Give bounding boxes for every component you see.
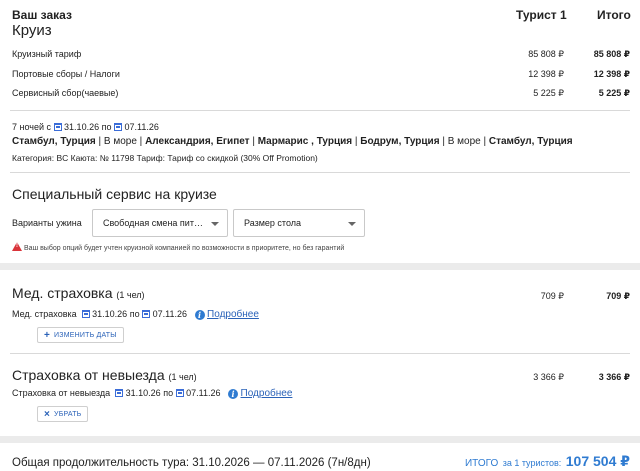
change-dates-button[interactable]: + ИЗМЕНИТЬ ДАТЫ <box>37 327 124 343</box>
route-segment: В море <box>103 136 137 147</box>
route-segment: | <box>439 136 448 147</box>
order-total: ИТОГО за 1 туристов: 107 504 ₽ <box>465 453 630 471</box>
calendar-icon <box>142 310 151 318</box>
date-to: 07.11.26 <box>152 309 188 319</box>
divider <box>10 353 630 354</box>
order-title: Ваш заказ <box>12 8 72 22</box>
med-insurance-label: Мед. страховка <box>12 309 77 319</box>
calendar-icon <box>175 389 184 397</box>
cruise-route: Стамбул, Турция | В море | Александрия, … <box>12 136 573 147</box>
cancel-insurance-tourist: 3 366 ₽ <box>533 372 564 382</box>
cancel-insurance-count: (1 чел) <box>168 372 197 382</box>
cruise-details: Категория: BC Каюта: № 11798 Тариф: Тари… <box>12 153 318 163</box>
price-row-total: 5 225 ₽ <box>598 88 630 98</box>
special-service-title: Специальный сервис на круизе <box>12 186 217 202</box>
calendar-icon <box>81 310 90 318</box>
calendar-icon <box>53 123 62 131</box>
nights-prefix: 7 ночей с <box>12 122 52 132</box>
order-total-label: ИТОГО <box>464 458 499 469</box>
plus-icon: + <box>44 329 51 341</box>
price-row-total: 12 398 ₽ <box>593 69 630 79</box>
warning-text: Ваш выбор опций будет учтен круизной ком… <box>23 245 345 252</box>
cancel-insurance-dates: Страховка от невыезда 31.10.26 по 07.11.… <box>12 388 292 399</box>
date-to-word: по <box>163 388 174 398</box>
cancel-insurance-total: 3 366 ₽ <box>598 372 630 382</box>
cancel-insurance-title-text: Страховка от невыезда <box>12 367 165 383</box>
remove-button-label: УБРАТЬ <box>54 410 82 418</box>
col-tourist-header: Турист 1 <box>516 8 567 22</box>
route-segment: | <box>95 136 104 147</box>
col-total-header: Итого <box>597 8 631 22</box>
info-icon[interactable]: i <box>228 389 239 399</box>
med-insurance-count: (1 чел) <box>116 290 145 300</box>
order-total-value: 107 504 ₽ <box>565 453 630 469</box>
remove-button[interactable]: × УБРАТЬ <box>37 406 89 422</box>
divider <box>10 110 630 111</box>
divider <box>10 172 630 173</box>
date-to-word: по <box>101 122 112 132</box>
close-icon: × <box>44 408 51 420</box>
section-separator <box>0 436 640 443</box>
price-row-label: Круизный тариф <box>12 49 82 59</box>
med-insurance-dates: Мед. страховка 31.10.26 по 07.11.26 i По… <box>12 309 259 320</box>
route-segment: Мармарис , Турция <box>257 136 353 147</box>
date-from: 31.10.26 <box>92 309 128 319</box>
price-row-label: Сервисный сбор(чаевые) <box>12 88 119 98</box>
date-to: 07.11.26 <box>186 388 221 398</box>
tour-duration: Общая продолжительность тура: 31.10.2026… <box>12 457 371 469</box>
date-from: 31.10.26 <box>64 122 100 132</box>
price-row-label: Портовые сборы / Налоги <box>12 69 120 79</box>
med-insurance-title-text: Мед. страховка <box>12 285 113 301</box>
cancel-insurance-more-link[interactable]: Подробнее <box>241 388 293 399</box>
dinner-select-value: Свободная смена пит… <box>103 218 203 228</box>
price-row-total: 85 808 ₽ <box>593 49 630 59</box>
change-dates-button-label: ИЗМЕНИТЬ ДАТЫ <box>54 331 117 339</box>
med-insurance-tourist: 709 ₽ <box>540 291 564 301</box>
chevron-down-icon <box>211 222 219 226</box>
route-segment: | <box>136 136 146 147</box>
special-warning: Ваш выбор опций будет учтен круизной ком… <box>12 242 344 252</box>
med-insurance-total: 709 ₽ <box>606 291 630 301</box>
order-subtitle: Круиз <box>12 22 52 39</box>
dinner-select[interactable]: Свободная смена пит… <box>92 209 228 237</box>
price-row-tourist: 85 808 ₽ <box>528 49 564 59</box>
table-size-select[interactable]: Размер стола <box>233 209 365 237</box>
route-segment: Александрия, Египет <box>145 136 250 147</box>
price-row-tourist: 5 225 ₽ <box>533 88 564 98</box>
med-insurance-more-link[interactable]: Подробнее <box>207 309 259 320</box>
section-separator <box>0 263 640 270</box>
route-segment: В море <box>447 136 481 147</box>
chevron-down-icon <box>348 222 356 226</box>
calendar-icon <box>114 123 123 131</box>
cruise-dates: 7 ночей с 31.10.26 по 07.11.26 <box>12 122 159 132</box>
cancel-insurance-title: Страховка от невыезда (1 чел) <box>12 367 197 383</box>
warning-icon <box>12 242 22 251</box>
dinner-label: Варианты ужина <box>12 218 82 228</box>
order-total-for: за 1 туристов: <box>502 458 562 468</box>
cancel-insurance-label: Страховка от невыезда <box>12 388 111 398</box>
date-to-word: по <box>129 309 140 319</box>
calendar-icon <box>115 389 124 397</box>
route-segment: Стамбул, Турция <box>488 136 573 147</box>
route-segment: | <box>249 136 258 147</box>
price-row-tourist: 12 398 ₽ <box>528 69 564 79</box>
table-size-select-value: Размер стола <box>244 218 302 228</box>
route-segment: Бодрум, Турция <box>360 136 440 147</box>
date-to: 07.11.26 <box>124 122 159 132</box>
info-icon[interactable]: i <box>194 310 205 320</box>
route-segment: | <box>480 136 489 147</box>
date-from: 31.10.26 <box>125 388 161 398</box>
med-insurance-title: Мед. страховка (1 чел) <box>12 285 145 301</box>
route-segment: Стамбул, Турция <box>12 136 96 147</box>
